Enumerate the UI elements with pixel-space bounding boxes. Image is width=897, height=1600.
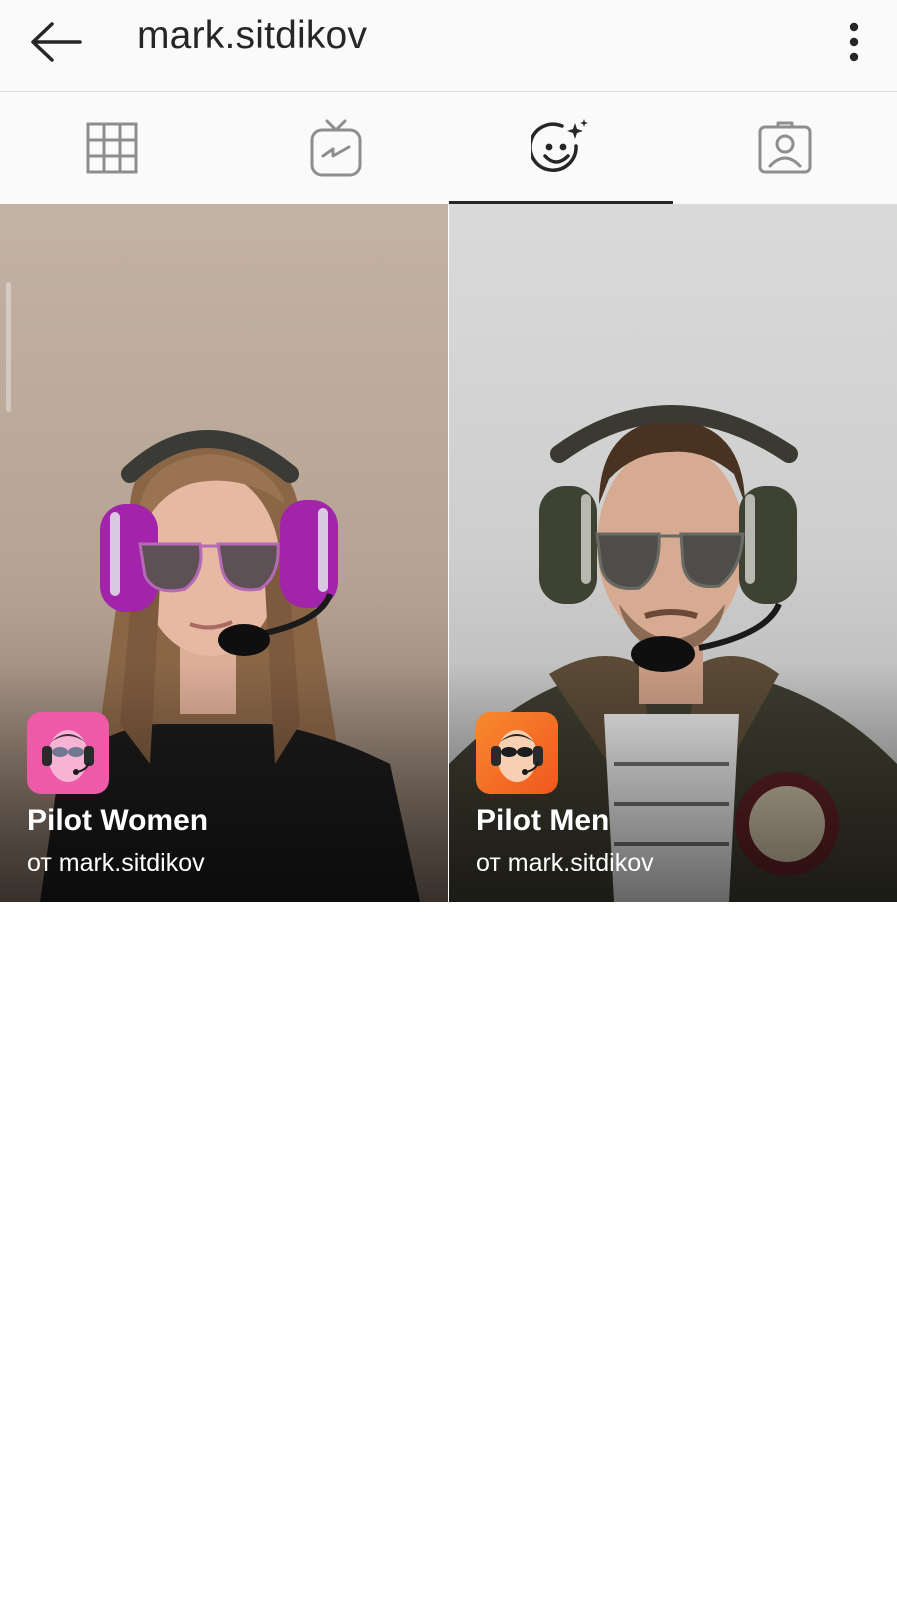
tab-tagged[interactable] [673, 92, 897, 204]
profile-username-title: mark.sitdikov [137, 14, 368, 57]
tab-effects[interactable] [448, 92, 674, 204]
face-sparkle-icon [530, 119, 588, 172]
arrow-left-icon [31, 22, 82, 62]
effect-card-pilot-women[interactable]: Pilot Women от mark.sitdikov [0, 204, 448, 902]
effect-thumbnail-icon [476, 712, 558, 794]
effect-author: от mark.sitdikov [476, 849, 654, 877]
back-button[interactable] [20, 12, 90, 72]
effect-card-pilot-men[interactable]: Pilot Men от mark.sitdikov [449, 204, 897, 902]
top-app-bar: mark.sitdikov [0, 0, 897, 92]
effects-grid: Pilot Women от mark.sitdikov Pilot Men о… [0, 204, 897, 902]
tab-grid[interactable] [0, 92, 224, 204]
tab-igtv[interactable] [224, 92, 448, 204]
effect-thumbnail-icon [27, 712, 109, 794]
scroll-indicator [6, 282, 11, 412]
igtv-icon [310, 119, 362, 177]
more-options-button[interactable] [832, 12, 876, 72]
effect-name: Pilot Men [476, 804, 610, 837]
effect-author: от mark.sitdikov [27, 849, 205, 877]
grid-icon [86, 122, 138, 174]
effect-name: Pilot Women [27, 804, 209, 837]
more-vertical-icon [849, 22, 859, 62]
profile-tabs [0, 92, 897, 204]
tagged-person-icon [758, 121, 812, 174]
